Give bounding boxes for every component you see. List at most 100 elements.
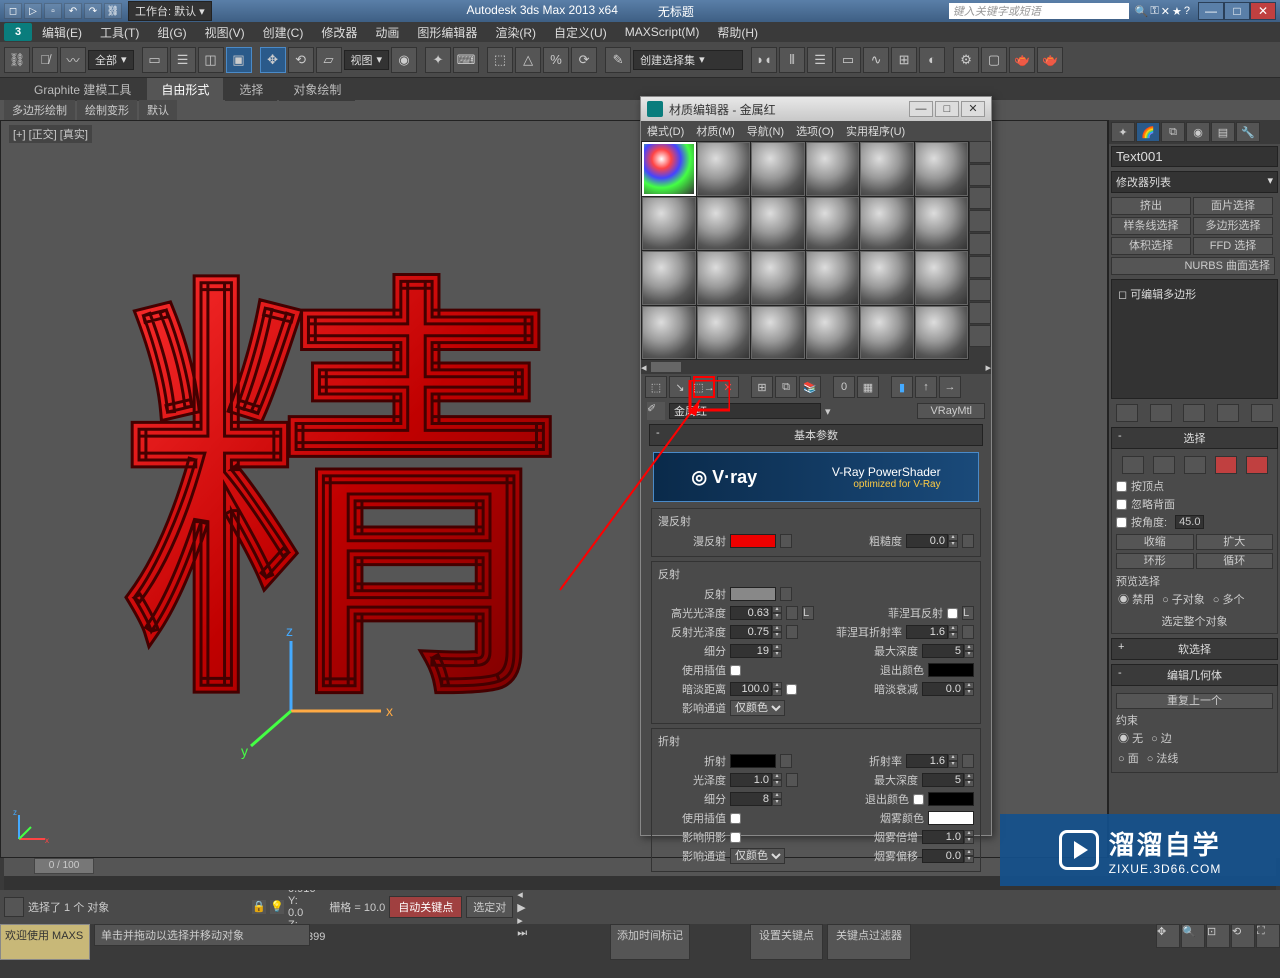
btn-shrink[interactable]: 收缩 — [1116, 534, 1194, 550]
next-frame-icon[interactable]: ▸ — [517, 914, 527, 927]
backlight-icon[interactable] — [969, 164, 991, 186]
fog-mult-spinner[interactable]: 1.0 — [922, 830, 964, 844]
select-region-icon[interactable]: ◫ — [198, 47, 224, 73]
btn-loop[interactable]: 循环 — [1196, 553, 1274, 569]
refl-affect-select[interactable]: 仅颜色 — [730, 700, 785, 716]
menu-tools[interactable]: 工具(T) — [92, 22, 147, 43]
maximize-button[interactable]: □ — [1224, 2, 1250, 20]
sample-uv-icon[interactable] — [969, 210, 991, 232]
show-map-icon[interactable]: ▦ — [857, 376, 879, 398]
reset-map-icon[interactable]: ✕ — [717, 376, 739, 398]
play-icon[interactable]: ▶ — [517, 901, 527, 914]
tab-motion-icon[interactable]: ◉ — [1186, 122, 1210, 142]
subobj-edge-icon[interactable] — [1153, 456, 1175, 474]
sample-slot-19[interactable] — [642, 306, 696, 360]
radio-constrain-normal[interactable]: ○ 法线 — [1147, 750, 1179, 766]
btn-repeat-last[interactable]: 重复上一个 — [1116, 693, 1273, 709]
maxscript-listener-button[interactable]: 欢迎使用 MAXS — [0, 924, 90, 960]
modifier-list-dropdown[interactable]: 修改器列表▾ — [1111, 171, 1278, 193]
qat-undo-icon[interactable]: ↶ — [64, 3, 82, 19]
chk-affect-shadows[interactable] — [730, 832, 741, 843]
hilight-gloss-spinner[interactable]: 0.63 — [730, 606, 772, 620]
me-menu-modes[interactable]: 模式(D) — [647, 123, 684, 139]
menu-views[interactable]: 视图(V) — [197, 22, 253, 43]
reflect-map-button[interactable] — [780, 587, 792, 601]
material-type-button[interactable]: VRayMtl — [917, 403, 985, 419]
select-by-mat-icon[interactable] — [969, 302, 991, 324]
app-menu-icon[interactable]: 3 — [4, 23, 32, 41]
refr-gloss-spinner[interactable]: 1.0 — [730, 773, 772, 787]
menu-create[interactable]: 创建(C) — [255, 22, 312, 43]
make-preview-icon[interactable] — [969, 256, 991, 278]
mod-btn-patch-select[interactable]: 面片选择 — [1193, 197, 1273, 215]
tab-object-paint[interactable]: 对象绘制 — [279, 78, 355, 101]
subobj-border-icon[interactable] — [1184, 456, 1206, 474]
video-check-icon[interactable] — [969, 233, 991, 255]
mod-btn-nurbs[interactable]: NURBS 曲面选择 — [1111, 257, 1275, 275]
refl-gloss-map-button[interactable] — [786, 625, 798, 639]
time-slider-handle[interactable]: 0 / 100 — [34, 858, 94, 874]
schematic-view-icon[interactable]: ⊞ — [891, 47, 917, 73]
me-menu-navigation[interactable]: 导航(N) — [747, 123, 784, 139]
diffuse-color-swatch[interactable] — [730, 534, 776, 548]
sample-slot-5[interactable] — [860, 142, 914, 196]
auto-key-button[interactable]: 自动关键点 — [389, 896, 462, 918]
selection-lock-label[interactable]: 选定对 — [466, 896, 513, 918]
dim-falloff-spinner[interactable]: 0.0 — [922, 682, 964, 696]
material-editor-titlebar[interactable]: 材质编辑器 - 金属红 — □ ✕ — [641, 97, 991, 121]
angle-snap-icon[interactable]: △ — [515, 47, 541, 73]
sample-slot-12[interactable] — [915, 197, 969, 251]
chk-by-vertex[interactable] — [1116, 481, 1127, 492]
viewport-3d-text-object[interactable]: 精 x z y — [81, 271, 601, 831]
fog-bias-spinner[interactable]: 0.0 — [922, 849, 964, 863]
menu-help[interactable]: 帮助(H) — [709, 22, 766, 43]
sample-type-icon[interactable] — [969, 141, 991, 163]
btn-ring[interactable]: 环形 — [1116, 553, 1194, 569]
layers-icon[interactable]: ☰ — [807, 47, 833, 73]
minimize-button[interactable]: — — [1198, 2, 1224, 20]
menu-edit[interactable]: 编辑(E) — [34, 22, 90, 43]
selection-filter-dropdown[interactable]: 全部 ▾ — [88, 50, 134, 70]
make-unique-icon[interactable] — [1183, 404, 1205, 422]
subobj-vertex-icon[interactable] — [1122, 456, 1144, 474]
mod-btn-poly-select[interactable]: 多边形选择 — [1193, 217, 1273, 235]
sample-slot-7[interactable] — [642, 197, 696, 251]
refl-gloss-spinner[interactable]: 0.75 — [730, 625, 772, 639]
assign-to-selection-icon[interactable]: ⬚→ — [693, 376, 715, 398]
menu-modifiers[interactable]: 修改器 — [313, 22, 365, 43]
sample-slot-14[interactable] — [697, 251, 751, 305]
rotate-icon[interactable]: ⟲ — [288, 47, 314, 73]
menu-rendering[interactable]: 渲染(R) — [487, 22, 544, 43]
remove-modifier-icon[interactable] — [1217, 404, 1239, 422]
help-search-input[interactable]: 键入关键字或短语 — [949, 3, 1129, 19]
mod-btn-ffd-select[interactable]: FFD 选择 — [1193, 237, 1273, 255]
snap-toggle-icon[interactable]: ⬚ — [487, 47, 513, 73]
lock-selection-icon[interactable]: 🔒 — [252, 900, 266, 914]
viewport-label[interactable]: [+] [正交] [真实] — [9, 125, 92, 143]
sample-slot-24[interactable] — [915, 306, 969, 360]
mod-btn-extrude[interactable]: 挤出 — [1111, 197, 1191, 215]
put-to-scene-icon[interactable]: ↘ — [669, 376, 691, 398]
named-selection-dropdown[interactable]: 创建选择集 ▾ — [633, 50, 743, 70]
help-icon[interactable]: ? — [1184, 5, 1190, 18]
sample-slot-20[interactable] — [697, 306, 751, 360]
chk-dim-dist[interactable] — [786, 684, 797, 695]
make-copy-icon[interactable]: ⊞ — [751, 376, 773, 398]
sample-slot-23[interactable] — [860, 306, 914, 360]
fresnel-lock-button[interactable]: L — [962, 606, 974, 620]
chk-refl-interp[interactable] — [730, 665, 741, 676]
me-menu-utilities[interactable]: 实用程序(U) — [846, 123, 905, 139]
mod-btn-spline-select[interactable]: 样条线选择 — [1111, 217, 1191, 235]
me-menu-options[interactable]: 选项(O) — [796, 123, 834, 139]
key-filters-button[interactable]: 关键点过滤器 — [827, 924, 911, 960]
edit-named-sel-icon[interactable]: ✎ — [605, 47, 631, 73]
add-time-tag-button[interactable]: 添加时间标记 — [610, 924, 690, 960]
radio-multi[interactable]: ○ 多个 — [1213, 591, 1245, 607]
refr-exit-swatch[interactable] — [928, 792, 974, 806]
qat-redo-icon[interactable]: ↷ — [84, 3, 102, 19]
btn-grow[interactable]: 扩大 — [1196, 534, 1274, 550]
spinner-snap-icon[interactable]: ⟳ — [571, 47, 597, 73]
fresnel-ior-spinner[interactable]: 1.6 — [906, 625, 948, 639]
rollout-soft-header[interactable]: 软选择 — [1111, 638, 1278, 660]
tab-graphite[interactable]: Graphite 建模工具 — [20, 78, 145, 101]
